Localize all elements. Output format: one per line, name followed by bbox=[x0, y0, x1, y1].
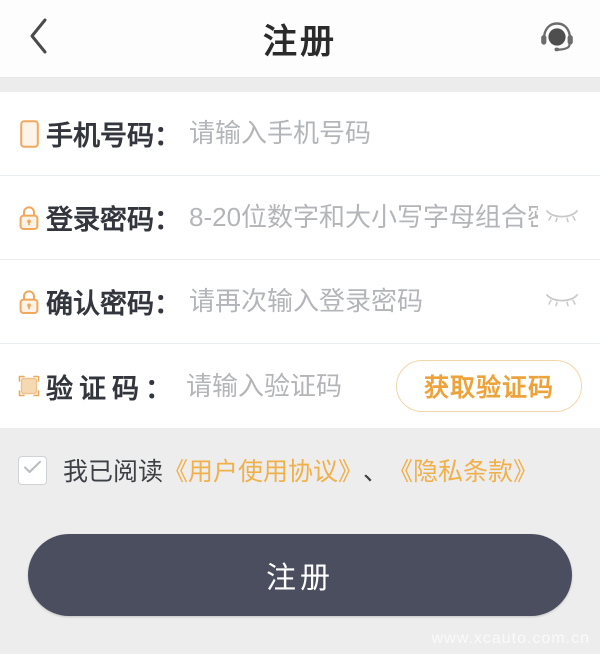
eye-closed-icon bbox=[545, 291, 579, 312]
eye-closed-icon bbox=[545, 207, 579, 228]
field-row-password: 登录密码： bbox=[0, 176, 600, 260]
field-label-captcha: 验证码： bbox=[46, 373, 178, 404]
agreement-separator: 、 bbox=[363, 458, 389, 486]
field-label-phone: 手机号码： bbox=[46, 121, 181, 151]
headset-icon bbox=[538, 17, 576, 60]
field-row-captcha: 验证码： 获取验证码 bbox=[0, 344, 600, 428]
agreement-text: 我已阅读 《用户使用协议》、《隐私条款》 bbox=[63, 452, 538, 488]
get-captcha-button[interactable]: 获取验证码 bbox=[396, 360, 582, 412]
agreement-checkbox[interactable] bbox=[18, 455, 47, 485]
field-label-confirm-password: 确认密码： bbox=[46, 289, 181, 319]
password-input[interactable] bbox=[189, 202, 538, 233]
phone-input[interactable] bbox=[189, 118, 582, 149]
field-label-password: 登录密码： bbox=[46, 205, 181, 235]
register-submit-button[interactable]: 注册 bbox=[28, 534, 572, 616]
field-row-confirm-password: 确认密码： bbox=[0, 260, 600, 344]
register-form: 手机号码： 登录密码： bbox=[0, 92, 600, 428]
confirm-password-input[interactable] bbox=[189, 286, 538, 317]
privacy-policy-link[interactable]: 《隐私条款》 bbox=[388, 452, 538, 488]
phone-icon bbox=[16, 119, 42, 148]
header-gap bbox=[0, 78, 600, 92]
agreement-row: 我已阅读 《用户使用协议》、《隐私条款》 bbox=[0, 428, 600, 488]
check-icon bbox=[23, 460, 42, 480]
user-agreement-link[interactable]: 《用户使用协议》 bbox=[163, 452, 363, 488]
agreement-prefix: 我已阅读 bbox=[63, 458, 164, 486]
register-screen: 注册 手机号码： 请输入手机号码 登录密码： 8-20位数字和大小写字母组合密码… bbox=[0, 0, 600, 654]
captcha-input[interactable] bbox=[186, 370, 388, 402]
page-header: 注册 bbox=[0, 0, 600, 78]
field-row-phone: 手机号码： bbox=[0, 92, 600, 176]
lock-icon bbox=[16, 288, 42, 316]
password-visibility-toggle[interactable] bbox=[542, 203, 582, 233]
lock-icon bbox=[16, 204, 42, 232]
customer-service-button[interactable] bbox=[536, 18, 578, 60]
chevron-left-icon bbox=[27, 17, 49, 60]
submit-area: 注册 bbox=[0, 488, 600, 616]
confirm-password-visibility-toggle[interactable] bbox=[542, 287, 582, 317]
captcha-icon bbox=[16, 372, 42, 400]
watermark: www.xcauto.com.cn bbox=[431, 630, 590, 647]
back-button[interactable] bbox=[16, 17, 60, 61]
page-title: 注册 bbox=[263, 23, 337, 61]
